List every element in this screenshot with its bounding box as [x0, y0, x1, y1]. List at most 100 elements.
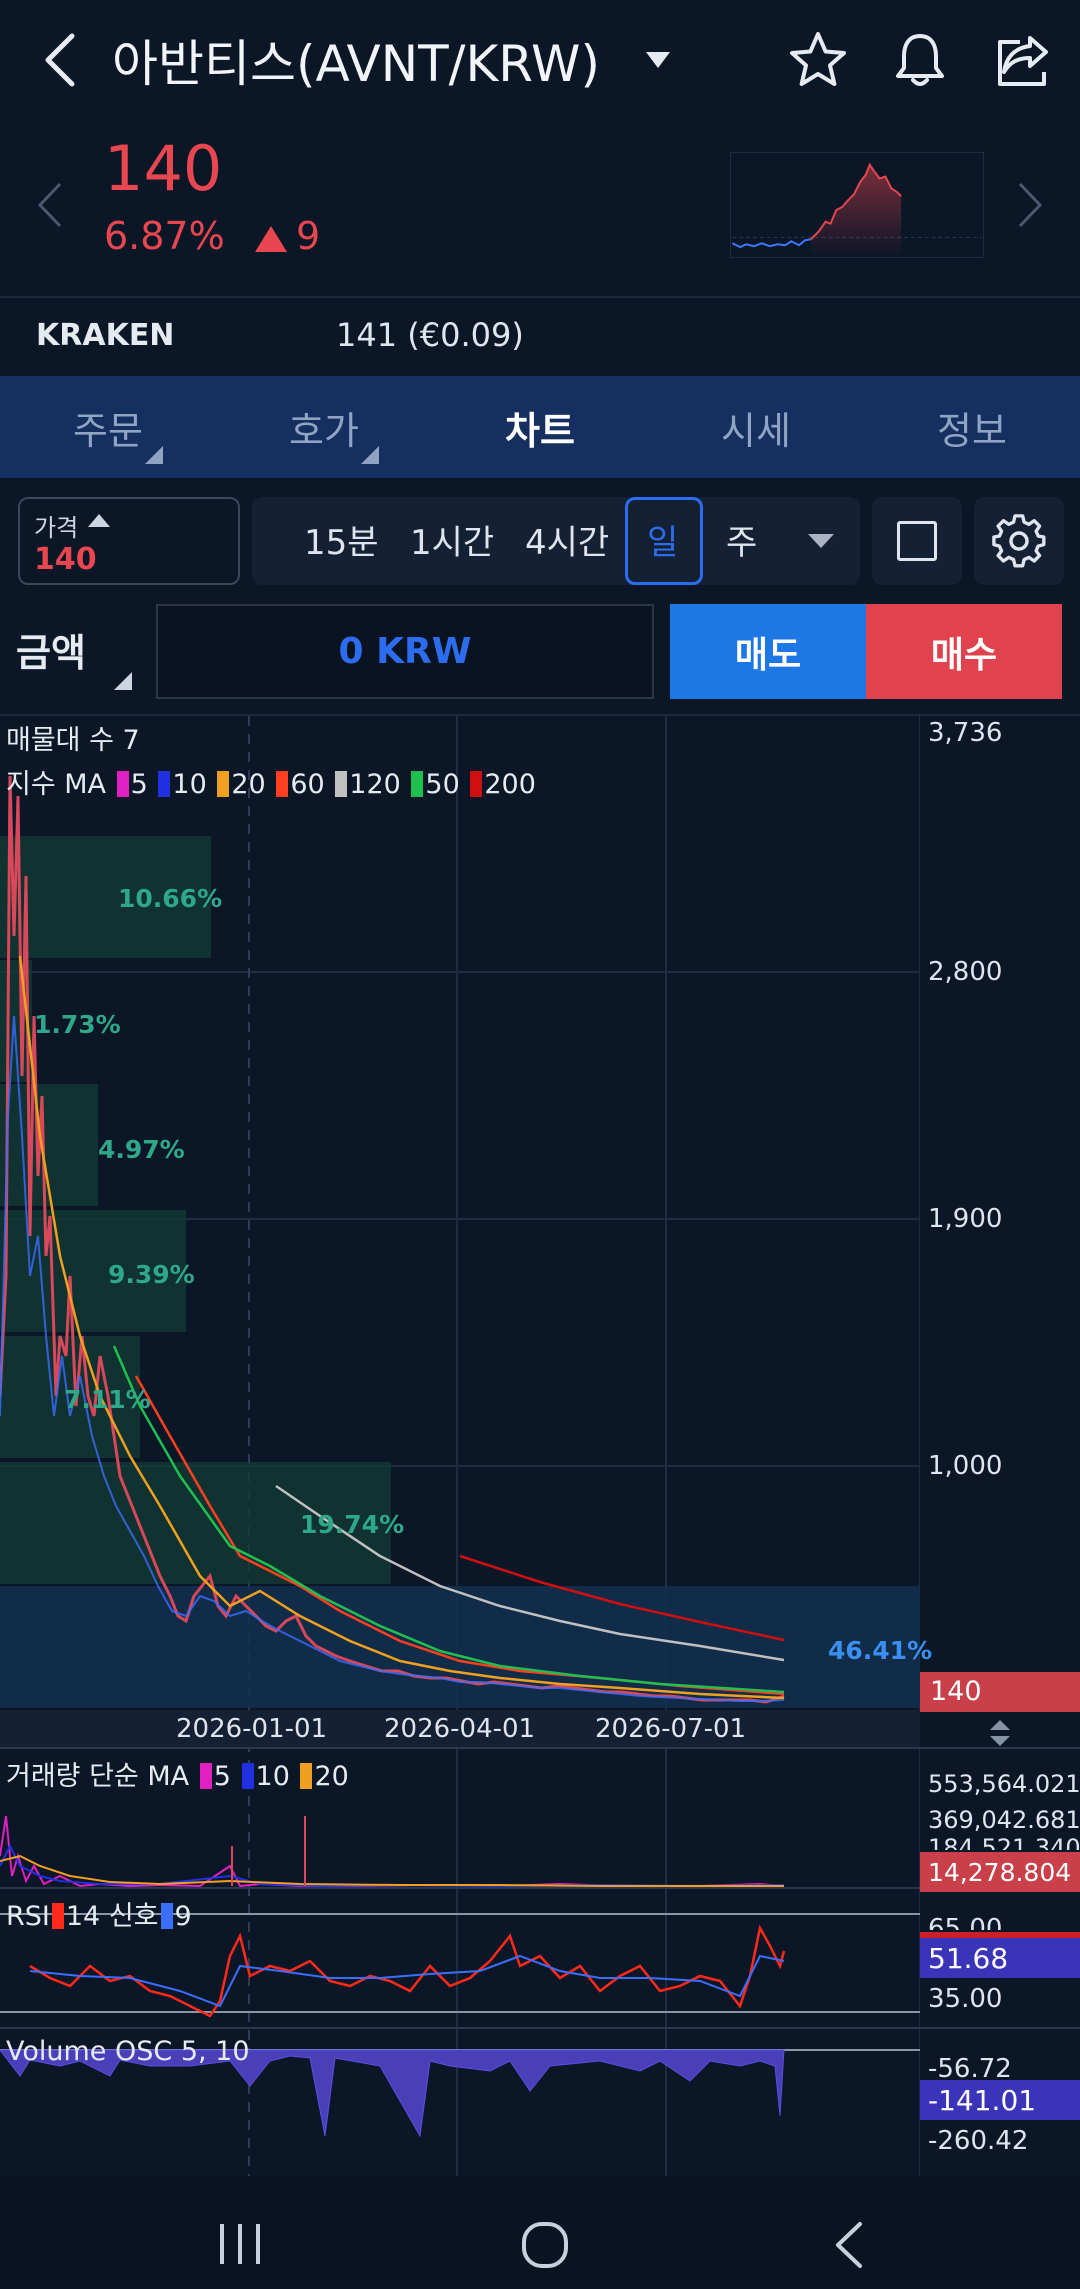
- rsi-signal-line: [29, 1954, 785, 2008]
- rsi-color-swatch: [51, 1903, 64, 1929]
- volume-profile-bar-current: [0, 1586, 920, 1708]
- volume-profile-pct: 46.41%: [828, 1636, 933, 1665]
- star-icon[interactable]: [786, 28, 850, 92]
- ma-color-swatch: [276, 771, 289, 797]
- ma-period: 10: [255, 1761, 290, 1792]
- rsi-signal-period: 9: [174, 1901, 192, 1932]
- volume-current-tag: 14,278.804: [920, 1852, 1080, 1892]
- interval-4h[interactable]: 4시간: [525, 515, 609, 564]
- chart-type-value: 140: [34, 542, 97, 577]
- ma-color-swatch: [158, 771, 171, 797]
- osc-current-tag: -141.01: [920, 2080, 1080, 2120]
- date-axis-label: 2026-04-01: [384, 1714, 536, 1744]
- rsi-axis-label: 35.00: [928, 1984, 1003, 2014]
- page-title[interactable]: 아반티스(AVNT/KRW): [112, 24, 600, 96]
- up-arrow-icon: [255, 226, 287, 252]
- recent-apps-icon[interactable]: [216, 2222, 266, 2266]
- ma-period: 20: [231, 769, 266, 800]
- dropdown-corner-icon: [114, 672, 132, 690]
- price-axis-label: 3,736: [928, 718, 1003, 748]
- volume-profile-pct: 10.66%: [118, 884, 223, 913]
- sell-button[interactable]: 매도: [670, 604, 866, 699]
- amount-type-selector[interactable]: 금액: [16, 622, 86, 677]
- home-icon[interactable]: [520, 2220, 570, 2270]
- ma-legend-label: 지수 MA: [6, 769, 107, 800]
- ma-period: 10: [172, 769, 207, 800]
- volume-axis-label: 553,564.021: [928, 1770, 1080, 1798]
- ma-period: 50: [425, 769, 460, 800]
- price-axis-label: 1,000: [928, 1451, 1003, 1481]
- current-price: 140: [104, 132, 223, 205]
- ma-period: 60: [290, 769, 325, 800]
- caret-up-icon: [88, 514, 110, 527]
- tab-menu-indicator-icon: [361, 446, 379, 464]
- tab-market[interactable]: 시세: [648, 376, 864, 478]
- mini-price-chart[interactable]: [730, 152, 984, 258]
- volume-axis-label: 369,042.681: [928, 1806, 1080, 1834]
- volume-profile-pct: 19.74%: [300, 1510, 405, 1539]
- volume-legend: 거래량 단순 MA 5 10 20: [6, 1754, 349, 1793]
- volume-profile-pct: 1.73%: [34, 1010, 121, 1039]
- volume-profile-pct: 4.97%: [98, 1135, 185, 1164]
- interval-dropdown-icon[interactable]: [808, 534, 834, 548]
- volume-axis-label: 184,521.340: [928, 1834, 1080, 1850]
- rsi-legend-label: RSI: [6, 1901, 50, 1932]
- rsi-period: 14: [65, 1901, 101, 1932]
- ma-color-swatch: [335, 771, 348, 797]
- price-chart[interactable]: [0, 716, 1080, 2176]
- interval-15m[interactable]: 15분: [304, 515, 379, 564]
- ma-period: 120: [349, 769, 401, 800]
- tab-chart[interactable]: 차트: [432, 376, 648, 478]
- rsi-line: [29, 1924, 786, 2018]
- ma-period: 20: [314, 1761, 349, 1792]
- volume-legend-label: 거래량 단순 MA: [6, 1761, 190, 1792]
- date-axis-label: 2026-01-01: [176, 1714, 328, 1744]
- chevron-down-icon[interactable]: [644, 50, 672, 70]
- ma-color-swatch: [241, 1763, 254, 1789]
- change-percent: 6.87%: [104, 214, 225, 258]
- osc-axis-label: -260.42: [928, 2126, 1029, 2156]
- square-layout-icon: [897, 521, 937, 561]
- ma-period: 200: [484, 769, 536, 800]
- price-axis-label: 2,800: [928, 957, 1003, 987]
- rsi-signal-swatch: [160, 1903, 173, 1929]
- tab-orderbook[interactable]: 호가: [216, 376, 432, 478]
- exchange-name: KRAKEN: [36, 318, 175, 353]
- next-asset-chevron-icon[interactable]: [1016, 180, 1044, 230]
- gear-icon: [992, 514, 1046, 568]
- ma-color-swatch: [217, 771, 230, 797]
- osc-legend: Volume OSC 5, 10: [6, 2036, 250, 2067]
- volume-profile-pct: 9.39%: [108, 1260, 195, 1289]
- ma-color-swatch: [116, 771, 129, 797]
- interval-1h[interactable]: 1시간: [410, 515, 494, 564]
- prev-asset-chevron-icon[interactable]: [36, 180, 64, 230]
- price-axis-label: 1,900: [928, 1204, 1003, 1234]
- rsi-legend: RSI 14 신호 9: [6, 1894, 192, 1933]
- rsi-current-tag: 51.68: [920, 1938, 1080, 1978]
- date-axis-label: 2026-07-01: [595, 1714, 747, 1744]
- ma-color-swatch: [300, 1763, 313, 1789]
- buy-button[interactable]: 매수: [866, 604, 1062, 699]
- tab-info[interactable]: 정보: [864, 376, 1080, 478]
- share-icon[interactable]: [990, 28, 1054, 92]
- ma-period: 5: [130, 769, 148, 800]
- exchange-price: 141 (€0.09): [336, 316, 524, 354]
- back-icon[interactable]: [36, 30, 86, 90]
- tab-menu-indicator-icon: [145, 446, 163, 464]
- volume-profile-legend: 매물대 수 7: [6, 725, 140, 756]
- ma-legend: 지수 MA 5 10 20 60 120 50 200: [6, 762, 536, 801]
- ma-color-swatch: [199, 1763, 212, 1789]
- tab-order[interactable]: 주문: [0, 376, 216, 478]
- interval-day[interactable]: 일: [647, 515, 678, 564]
- amount-input[interactable]: 0 KRW: [156, 604, 654, 699]
- volume-profile-pct: 7.11%: [64, 1385, 151, 1414]
- bell-icon[interactable]: [888, 28, 952, 92]
- back-nav-icon[interactable]: [830, 2220, 866, 2270]
- ma-color-swatch: [411, 771, 424, 797]
- current-price-tag: 140: [930, 1676, 982, 1707]
- rsi-signal-label: 신호: [108, 1901, 159, 1932]
- chart-type-label: 가격: [34, 514, 79, 542]
- ma-period: 5: [213, 1761, 231, 1792]
- change-amount: 9: [296, 214, 321, 258]
- interval-week[interactable]: 주: [726, 515, 757, 564]
